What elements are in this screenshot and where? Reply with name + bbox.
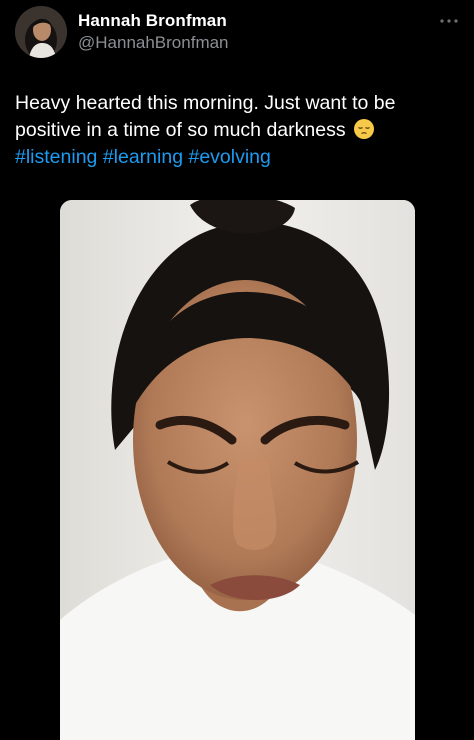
- hashtag-listening[interactable]: #listening: [15, 146, 97, 168]
- tweet-text-line-2: positive in a time of so much darkness: [15, 119, 346, 141]
- tweet-photo[interactable]: [60, 200, 415, 740]
- tweet-text: Heavy hearted this morning. Just want to…: [15, 90, 465, 171]
- hashtag-learning[interactable]: #learning: [103, 146, 183, 168]
- author-avatar[interactable]: [15, 6, 67, 58]
- tweet-text-line-1: Heavy hearted this morning. Just want to…: [15, 92, 396, 114]
- pensive-face-emoji-icon: [353, 118, 375, 140]
- avatar-image: [15, 6, 67, 58]
- crying-face-photo: [60, 200, 415, 740]
- hashtag-evolving[interactable]: #evolving: [188, 146, 270, 168]
- author-name[interactable]: Hannah Bronfman: [78, 11, 227, 31]
- hashtag-list: #listening #learning #evolving: [15, 144, 465, 171]
- more-options-icon[interactable]: [438, 13, 460, 23]
- author-handle[interactable]: @HannahBronfman: [78, 33, 229, 53]
